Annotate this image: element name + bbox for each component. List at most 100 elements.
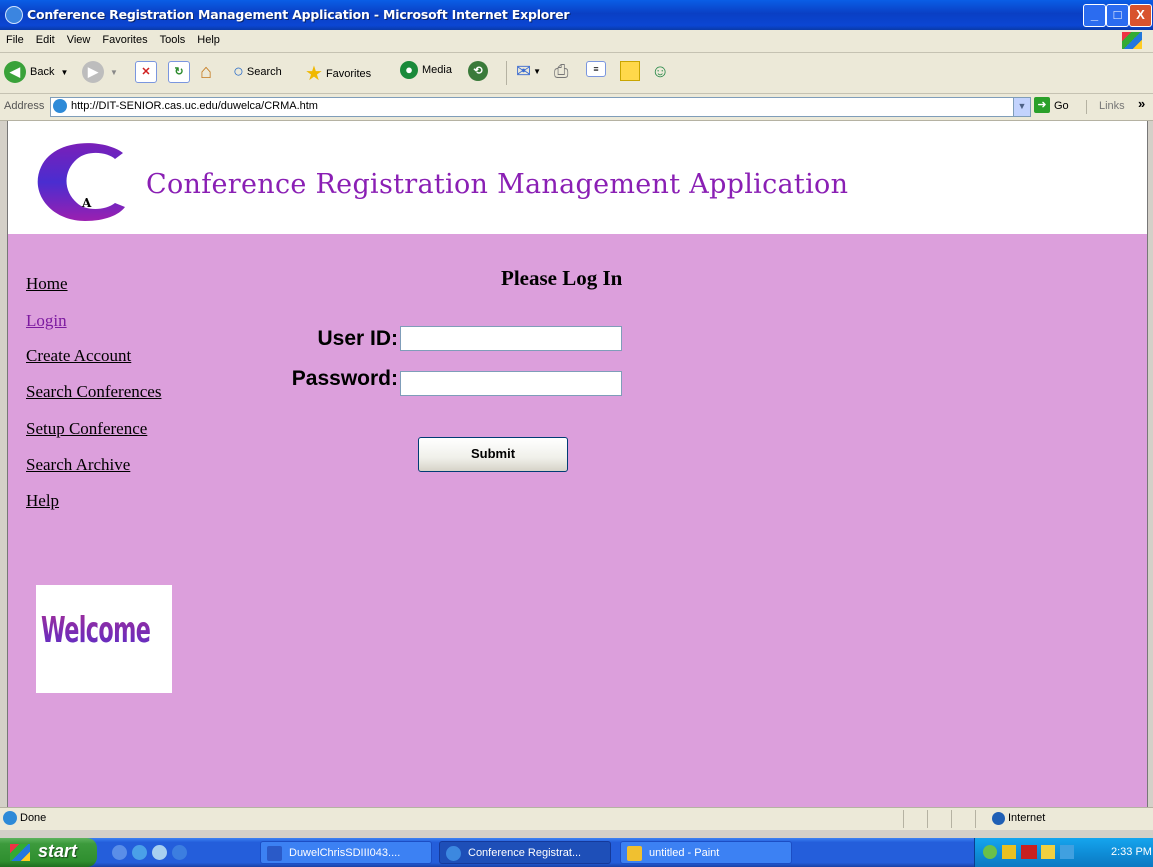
nav-link-create-account[interactable]: Create Account [26, 346, 131, 366]
nav-link-home[interactable]: Home [26, 274, 68, 294]
menu-help[interactable]: Help [191, 30, 226, 46]
menu-favorites[interactable]: Favorites [96, 30, 153, 46]
search-button[interactable]: ○ Search [233, 61, 282, 82]
refresh-button[interactable]: ↻ [168, 61, 190, 83]
tray-zonealarm-icon[interactable] [1021, 845, 1037, 859]
print-button[interactable]: ⎙ [554, 61, 568, 82]
submit-button[interactable]: Submit [418, 437, 568, 472]
edit-button[interactable]: ≡ [586, 61, 606, 77]
media-icon: ● [400, 61, 418, 79]
search-label: Search [246, 65, 282, 78]
address-dropdown-icon[interactable]: ▼ [1013, 98, 1030, 116]
media-button[interactable]: ● Media [400, 61, 452, 79]
media-label: Media [422, 64, 452, 76]
discuss-icon [620, 61, 640, 81]
status-separator [951, 810, 952, 828]
welcome-image: Welcome [36, 585, 172, 693]
user-id-input[interactable] [400, 326, 622, 351]
back-dropdown-icon[interactable]: ▼ [60, 68, 68, 77]
favorites-button[interactable]: ★ Favorites [305, 61, 371, 86]
windows-flag-icon [1122, 32, 1142, 49]
banner: R M A Conference Registration Management… [8, 121, 1147, 234]
tray-security-icon[interactable] [1002, 845, 1016, 859]
nav-link-setup-conference[interactable]: Setup Conference [26, 419, 147, 439]
history-icon: ⟲ [468, 61, 488, 81]
favorites-star-icon: ★ [305, 63, 323, 85]
taskbar-item-ie[interactable]: Conference Registrat... [439, 841, 611, 864]
back-button[interactable]: ◀ Back ▼ [4, 61, 68, 83]
go-arrow-icon[interactable]: ➜ [1034, 97, 1050, 113]
taskbar-item-word[interactable]: DuwelChrisSDIII043.... [260, 841, 432, 864]
address-field[interactable]: http://DIT-SENIOR.cas.uc.edu/duwelca/CRM… [50, 97, 1031, 117]
security-zone: Internet [1008, 812, 1046, 824]
system-tray: 2:33 PM [974, 838, 1153, 867]
start-button[interactable]: start [0, 838, 97, 867]
links-separator [1086, 100, 1087, 114]
nav-link-search-archive[interactable]: Search Archive [26, 455, 130, 475]
taskbar-item-paint[interactable]: untitled - Paint [620, 841, 792, 864]
page-icon [53, 99, 67, 113]
taskbar-item-label: untitled - Paint [649, 847, 720, 859]
status-text: Done [20, 812, 47, 824]
ie-icon [446, 846, 461, 861]
taskbar: start DuwelChrisSDIII043.... Conference … [0, 838, 1153, 867]
edit-icon: ≡ [586, 61, 606, 77]
page-viewport: R M A Conference Registration Management… [7, 121, 1148, 807]
quicklaunch-ie-icon[interactable] [172, 845, 187, 860]
menu-file[interactable]: File [0, 30, 30, 46]
status-separator [903, 810, 904, 828]
status-bar: Done Internet [0, 807, 1153, 830]
window-title-bar[interactable]: Conference Registration Management Appli… [0, 0, 1153, 30]
login-heading: Please Log In [501, 266, 623, 290]
go-button[interactable]: Go [1054, 100, 1069, 112]
print-icon: ⎙ [554, 61, 569, 81]
home-icon: ⌂ [200, 61, 213, 83]
links-more-chevron-icon[interactable]: » [1138, 96, 1145, 111]
stop-icon: ✕ [135, 61, 157, 83]
address-bar: Address http://DIT-SENIOR.cas.uc.edu/duw… [0, 94, 1153, 121]
mail-icon: ✉ [516, 61, 532, 81]
tray-volume-icon[interactable] [1041, 845, 1055, 859]
tray-display-icon[interactable] [1060, 845, 1074, 859]
page-status-icon [3, 811, 17, 825]
quicklaunch-media-icon[interactable] [152, 845, 167, 860]
status-separator [927, 810, 928, 828]
mail-dropdown-icon[interactable]: ▼ [533, 67, 541, 76]
tray-network-icon[interactable] [983, 845, 997, 859]
nav-link-login[interactable]: Login [26, 311, 67, 331]
home-button[interactable]: ⌂ [200, 61, 212, 84]
address-url[interactable]: http://DIT-SENIOR.cas.uc.edu/duwelca/CRM… [71, 100, 318, 112]
internet-explorer-icon [5, 6, 23, 24]
history-button[interactable]: ⟲ [468, 61, 488, 81]
messenger-button[interactable]: ☺ [651, 61, 669, 82]
standard-toolbar: ◀ Back ▼ ▶ ▼ ✕ ↻ ⌂ ○ Search ★ Favorites … [0, 53, 1153, 94]
menu-view[interactable]: View [61, 30, 97, 46]
password-input[interactable] [400, 371, 622, 396]
forward-button[interactable]: ▶ ▼ [82, 61, 118, 83]
password-label: Password: [291, 367, 398, 390]
close-button[interactable]: X [1129, 4, 1152, 27]
refresh-icon: ↻ [168, 61, 190, 83]
menu-bar: File Edit View Favorites Tools Help [0, 30, 1153, 53]
window-title: Conference Registration Management Appli… [27, 7, 570, 22]
minimize-button[interactable]: _ [1083, 4, 1106, 27]
menu-tools[interactable]: Tools [154, 30, 192, 46]
discuss-button[interactable] [620, 61, 640, 81]
taskbar-item-label: Conference Registrat... [468, 847, 582, 859]
maximize-button[interactable]: □ [1106, 4, 1129, 27]
quicklaunch-email-icon[interactable] [132, 845, 147, 860]
taskbar-clock[interactable]: 2:33 PM [1111, 846, 1152, 858]
word-icon [267, 846, 282, 861]
toolbar-separator [506, 61, 507, 85]
quicklaunch-browser-icon[interactable] [112, 845, 127, 860]
mail-button[interactable]: ✉ ▼ [516, 61, 541, 82]
links-button[interactable]: Links [1099, 100, 1125, 112]
back-arrow-icon: ◀ [4, 61, 26, 83]
forward-dropdown-icon[interactable]: ▼ [110, 68, 118, 77]
status-separator [975, 810, 976, 828]
nav-link-help[interactable]: Help [26, 491, 59, 511]
messenger-icon: ☺ [651, 61, 670, 81]
stop-button[interactable]: ✕ [135, 61, 157, 83]
menu-edit[interactable]: Edit [30, 30, 61, 46]
nav-link-search-conferences[interactable]: Search Conferences [26, 382, 161, 402]
